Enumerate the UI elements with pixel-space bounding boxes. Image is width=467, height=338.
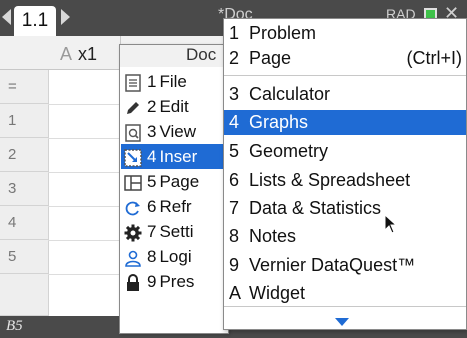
user-icon (125, 250, 141, 267)
doc-menu-item-login[interactable]: 8 Logi (121, 244, 227, 269)
row-header-5[interactable]: 5 (0, 240, 48, 274)
insert-item-calculator[interactable]: 3 Calculator (224, 82, 466, 107)
insert-item-notes[interactable]: 8 Notes (224, 224, 466, 249)
file-icon (125, 73, 141, 92)
row-header-6[interactable] (0, 274, 48, 316)
next-tab-arrow-icon[interactable] (61, 9, 70, 25)
insert-item-vernier-dataquest[interactable]: 9 Vernier DataQuest™ (224, 253, 466, 278)
menu-separator (224, 306, 466, 307)
doc-menu-item-page-layout[interactable]: 5 Page (121, 169, 227, 194)
document-menu-header: Doc (120, 45, 228, 67)
shortcut-label: (Ctrl+I) (406, 48, 463, 68)
doc-menu-item-view[interactable]: 3 View (121, 119, 227, 144)
page-layout-icon (124, 174, 142, 191)
refresh-icon (125, 201, 140, 215)
previous-tab-arrow-icon[interactable] (2, 9, 11, 25)
doc-menu-item-file[interactable]: 1 File (121, 69, 227, 94)
insert-item-problem[interactable]: 1 Problem (224, 21, 466, 46)
insert-item-page[interactable]: 2 Page (Ctrl+I) (224, 46, 466, 71)
doc-menu-item-refresh[interactable]: 6 Refr (121, 194, 227, 219)
view-icon (125, 123, 141, 142)
row-header-formula[interactable]: = (0, 70, 48, 104)
doc-menu-item-settings[interactable]: 7 Setti (121, 219, 227, 244)
row-header-3[interactable]: 3 (0, 172, 48, 206)
settings-icon (124, 224, 142, 242)
insert-item-geometry[interactable]: 5 Geometry (224, 139, 466, 164)
lock-icon (127, 273, 139, 291)
row-header-2[interactable]: 2 (0, 138, 48, 172)
current-cell-reference: B5 (6, 318, 23, 334)
insert-icon (124, 148, 142, 167)
insert-item-widget[interactable]: A Widget (224, 281, 466, 306)
column-a-letter: A (60, 44, 73, 64)
chevron-down-icon[interactable] (335, 318, 349, 326)
row-header-4[interactable]: 4 (0, 206, 48, 240)
doc-menu-item-edit[interactable]: 2 Edit (121, 94, 227, 119)
insert-item-data-statistics[interactable]: 7 Data & Statistics (224, 196, 466, 221)
doc-menu-item-insert[interactable]: 4 Inser (121, 144, 227, 169)
column-a-name[interactable]: x1 (78, 44, 97, 65)
menu-separator (224, 75, 466, 76)
row-header-divider (48, 70, 49, 316)
mouse-pointer-icon (384, 214, 398, 234)
pencil-icon (127, 101, 139, 114)
insert-item-graphs[interactable]: 4 Graphs (224, 110, 466, 135)
row-header-1[interactable]: 1 (0, 104, 48, 138)
tab-1-1[interactable]: 1.1 (14, 6, 56, 36)
doc-menu-item-press-to-test[interactable]: 9 Pres (121, 269, 227, 294)
insert-item-lists-spreadsheet[interactable]: 6 Lists & Spreadsheet (224, 168, 466, 193)
